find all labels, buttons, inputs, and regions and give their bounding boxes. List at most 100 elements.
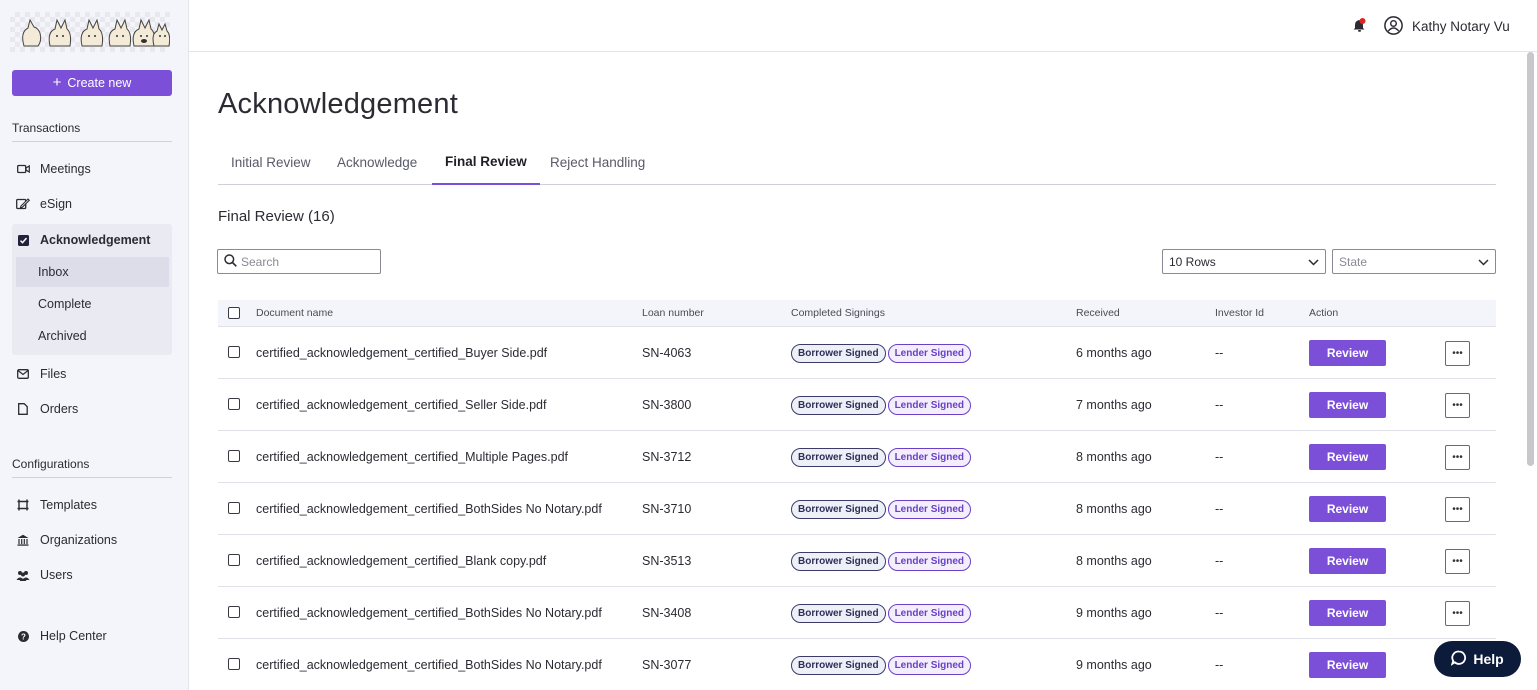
more-options-button[interactable]: ••• (1445, 600, 1470, 626)
lender-signed-badge: Lender Signed (887, 395, 972, 415)
sidebar-item-esign[interactable]: eSign (12, 190, 172, 218)
state-select[interactable]: State (1332, 249, 1496, 274)
row-checkbox[interactable] (228, 450, 240, 462)
borrower-signed-badge: Borrower Signed (791, 395, 886, 415)
document-name[interactable]: certified_acknowledgement_certified_Buye… (256, 327, 547, 379)
document-name[interactable]: certified_acknowledgement_certified_Sell… (256, 379, 546, 431)
more-options-button[interactable]: ••• (1445, 392, 1470, 418)
brand-logo[interactable] (10, 12, 170, 52)
review-button[interactable]: Review (1309, 496, 1386, 522)
document-name[interactable]: certified_acknowledgement_certified_Mult… (256, 431, 568, 483)
table-row: certified_acknowledgement_certified_Buye… (218, 327, 1496, 379)
borrower-signed-badge: Borrower Signed (791, 551, 886, 571)
sidebar-item-help-center[interactable]: ? Help Center (12, 622, 172, 650)
tab-reject-handling[interactable]: Reject Handling (537, 140, 658, 184)
sidebar-item-users[interactable]: Users (12, 561, 172, 589)
chevron-down-icon (1308, 255, 1319, 269)
column-header-document-name[interactable]: Document name (256, 307, 333, 319)
tab-final-review[interactable]: Final Review (432, 140, 540, 185)
vertical-scrollbar[interactable] (1527, 52, 1534, 466)
review-button[interactable]: Review (1309, 548, 1386, 574)
state-placeholder: State (1339, 254, 1368, 269)
more-options-button[interactable]: ••• (1445, 496, 1470, 522)
sidebar-item-files[interactable]: Files (12, 360, 172, 388)
sidebar-item-templates[interactable]: Templates (12, 491, 172, 519)
sidebar-item-acknowledgement[interactable]: Acknowledgement (12, 226, 172, 254)
loan-number: SN-3712 (642, 450, 692, 464)
column-header-loan-number[interactable]: Loan number (642, 307, 704, 319)
top-bar (189, 0, 1537, 52)
ellipsis-icon: ••• (1452, 347, 1463, 359)
rows-per-page-select[interactable]: 10 Rows (1162, 249, 1326, 274)
ellipsis-icon: ••• (1452, 607, 1463, 619)
sidebar-subitem-inbox[interactable]: Inbox (16, 257, 169, 287)
configurations-section-title: Configurations (12, 457, 172, 478)
investor-id: -- (1215, 502, 1224, 516)
row-checkbox[interactable] (228, 398, 240, 410)
review-button[interactable]: Review (1309, 340, 1386, 366)
borrower-signed-badge: Borrower Signed (791, 655, 886, 675)
transactions-section-title: Transactions (12, 121, 172, 142)
signing-badges: Borrower Signed Lender Signed (791, 639, 972, 690)
mail-icon (14, 369, 32, 379)
document-name[interactable]: certified_acknowledgement_certified_Both… (256, 483, 602, 535)
loan-number: SN-4063 (642, 346, 692, 360)
received-time: 8 months ago (1076, 450, 1152, 464)
row-checkbox[interactable] (228, 346, 240, 358)
column-header-completed-signings: Completed Signings (791, 307, 885, 319)
row-checkbox[interactable] (228, 606, 240, 618)
row-checkbox[interactable] (228, 502, 240, 514)
notification-bell-icon[interactable] (1353, 18, 1367, 35)
row-checkbox[interactable] (228, 658, 240, 670)
sidebar-item-label: Help Center (40, 629, 107, 643)
template-icon (14, 499, 32, 511)
document-name[interactable]: certified_acknowledgement_certified_Both… (256, 587, 602, 639)
sidebar-item-label: eSign (40, 197, 72, 211)
tab-initial-review[interactable]: Initial Review (218, 140, 324, 184)
column-header-received[interactable]: Received (1076, 307, 1120, 319)
investor-id: -- (1215, 398, 1224, 412)
more-options-button[interactable]: ••• (1445, 548, 1470, 574)
help-label: Help (1473, 651, 1504, 667)
loan-number: SN-3077 (642, 658, 692, 672)
sidebar-item-organizations[interactable]: Organizations (12, 526, 172, 554)
checkbox-checked-icon (14, 234, 32, 246)
user-name[interactable]: Kathy Notary Vu (1412, 19, 1510, 34)
sidebar-item-meetings[interactable]: Meetings (12, 155, 172, 183)
user-avatar-icon[interactable] (1384, 16, 1403, 38)
more-options-button[interactable]: ••• (1445, 340, 1470, 366)
document-name[interactable]: certified_acknowledgement_certified_Blan… (256, 535, 546, 587)
review-button[interactable]: Review (1309, 600, 1386, 626)
review-button[interactable]: Review (1309, 392, 1386, 418)
document-name[interactable]: certified_acknowledgement_certified_Both… (256, 639, 602, 690)
ellipsis-icon: ••• (1452, 451, 1463, 463)
loan-number: SN-3710 (642, 502, 692, 516)
table-row: certified_acknowledgement_certified_Both… (218, 587, 1496, 639)
sidebar-subitem-complete[interactable]: Complete (16, 289, 169, 319)
document-icon (14, 403, 32, 415)
more-options-button[interactable]: ••• (1445, 444, 1470, 470)
search-input[interactable] (241, 254, 371, 269)
row-checkbox[interactable] (228, 554, 240, 566)
signing-badges: Borrower Signed Lender Signed (791, 483, 972, 535)
table-row: certified_acknowledgement_certified_Both… (218, 483, 1496, 535)
help-button[interactable]: Help (1434, 641, 1521, 677)
review-button[interactable]: Review (1309, 444, 1386, 470)
sidebar-item-label: Meetings (40, 162, 91, 176)
review-button[interactable]: Review (1309, 652, 1386, 678)
received-time: 8 months ago (1076, 502, 1152, 516)
lender-signed-badge: Lender Signed (887, 551, 972, 571)
svg-text:?: ? (21, 632, 26, 641)
sidebar: + Create new Transactions Meetings eSign… (0, 0, 189, 690)
tab-acknowledge[interactable]: Acknowledge (324, 140, 430, 184)
sign-pen-icon (14, 198, 32, 210)
search-icon (224, 253, 237, 270)
column-header-action: Action (1309, 307, 1339, 319)
select-all-checkbox[interactable] (228, 307, 240, 319)
create-new-button[interactable]: + Create new (12, 70, 172, 96)
ellipsis-icon: ••• (1452, 399, 1463, 411)
sidebar-item-orders[interactable]: Orders (12, 395, 172, 423)
sidebar-subitem-archived[interactable]: Archived (16, 321, 169, 351)
search-box[interactable] (217, 249, 381, 274)
create-new-label: Create new (67, 76, 132, 90)
